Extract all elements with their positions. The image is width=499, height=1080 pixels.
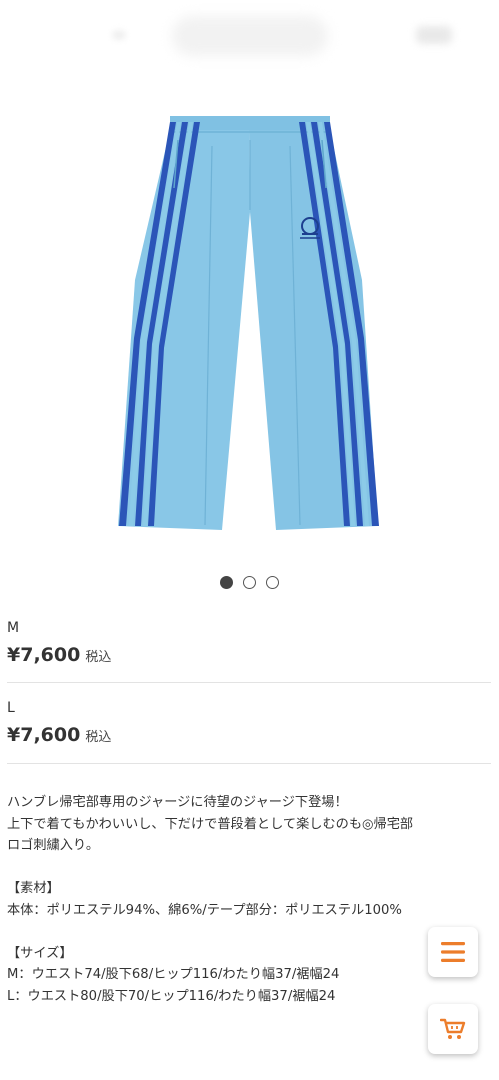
cart-button[interactable]: [428, 1004, 478, 1054]
carousel-dot[interactable]: [266, 576, 279, 589]
product-image[interactable]: [0, 80, 499, 560]
blurred-logo[interactable]: [172, 16, 328, 56]
tax-label: 税込: [85, 730, 112, 745]
variant-m[interactable]: M ¥7,600 税込: [0, 618, 499, 666]
menu-button[interactable]: [428, 927, 478, 977]
carousel-dot[interactable]: [243, 576, 256, 589]
carousel-dot[interactable]: [220, 576, 233, 589]
divider: [7, 682, 491, 683]
variant-price: ¥7,600: [7, 724, 81, 746]
top-bar: [0, 0, 499, 80]
hamburger-menu-icon: [441, 942, 465, 962]
variant-l[interactable]: L ¥7,600 税込: [0, 698, 499, 746]
variant-size: M: [7, 620, 20, 636]
carousel-indicator: [0, 576, 499, 592]
description-line: 【素材】: [7, 881, 60, 896]
shopping-cart-icon: [440, 1018, 466, 1039]
variant-size: L: [7, 700, 15, 716]
blurred-icon[interactable]: [112, 30, 126, 40]
description-line: M：ウエスト74/股下68/ヒップ116/わたり幅37/裾幅24: [7, 967, 340, 982]
divider: [7, 763, 491, 764]
description-line: 上下で着てもかわいいし、下だけで普段着として楽しむのも◎帰宅部: [7, 816, 414, 832]
description-spacer: [7, 921, 493, 943]
description-line: 本体：ポリエステル94%、綿6%/テープ部分：ポリエステル100%: [7, 902, 402, 918]
variant-price: ¥7,600: [7, 644, 81, 666]
track-pants-image: [118, 116, 379, 530]
tax-label: 税込: [85, 650, 112, 665]
description-line: 【サイズ】: [7, 945, 73, 961]
description-spacer: [7, 857, 493, 879]
blurred-badge[interactable]: [416, 26, 452, 44]
description-line: ロゴ刺繍入り。: [7, 838, 100, 853]
description-line: L：ウエスト80/股下70/ヒップ116/わたり幅37/裾幅24: [7, 988, 336, 1004]
description-line: ハンブレ帰宅部専用のジャージに待望のジャージ下登場！: [7, 795, 348, 810]
product-description: ハンブレ帰宅部専用のジャージに待望のジャージ下登場！ 上下で着てもかわいいし、下…: [7, 792, 493, 1007]
